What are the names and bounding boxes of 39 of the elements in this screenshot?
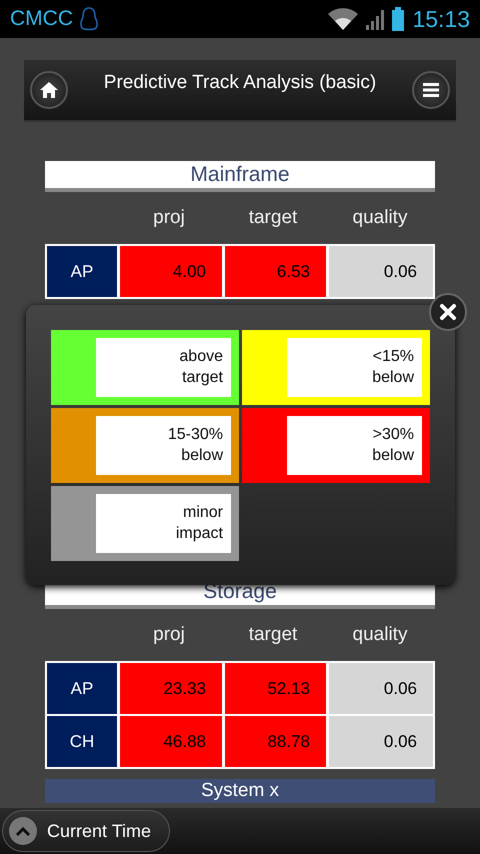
- legend-label: minor impact: [96, 494, 231, 553]
- wifi-icon: [328, 8, 358, 30]
- row-label: CH: [47, 716, 117, 767]
- signal-icon: [364, 8, 386, 30]
- home-icon: [40, 82, 58, 98]
- menu-button[interactable]: [412, 71, 450, 109]
- column-header: quality: [352, 207, 408, 229]
- table-cell: 0.06: [329, 246, 433, 297]
- column-header: proj: [152, 624, 186, 646]
- legend-label: <15% below: [287, 338, 422, 397]
- home-button[interactable]: [30, 71, 68, 109]
- clock-time: 15:13: [412, 6, 470, 32]
- legend-label: above target: [96, 338, 231, 397]
- table-cell: 88.78: [225, 716, 326, 767]
- table-cell: 4.00: [120, 246, 222, 297]
- close-button[interactable]: [429, 293, 467, 331]
- row-label: AP: [47, 663, 117, 714]
- column-header: target: [248, 624, 298, 646]
- current-time-button[interactable]: Current Time: [2, 810, 170, 852]
- column-header: target: [248, 207, 298, 229]
- column-header: quality: [352, 624, 408, 646]
- row-label: AP: [47, 246, 117, 297]
- page-title: Predictive Track Analysis (basic): [102, 72, 378, 94]
- legend-label: 15-30% below: [96, 416, 231, 475]
- legend-label: >30% below: [287, 416, 422, 475]
- table-cell: 6.53: [225, 246, 326, 297]
- table-cell: 52.13: [225, 663, 326, 714]
- carrier-name: CMCC: [10, 7, 73, 31]
- table-cell: 0.06: [329, 663, 433, 714]
- close-icon: [439, 303, 457, 321]
- battery-icon: [392, 7, 404, 31]
- column-header: proj: [152, 207, 186, 229]
- section-title: Mainframe: [45, 161, 435, 192]
- table-cell: 0.06: [329, 716, 433, 767]
- menu-icon: [423, 83, 439, 97]
- table-cell: 23.33: [120, 663, 222, 714]
- caret-icon: [16, 826, 30, 836]
- section-title: System x: [45, 779, 435, 803]
- table-cell: 46.88: [120, 716, 222, 767]
